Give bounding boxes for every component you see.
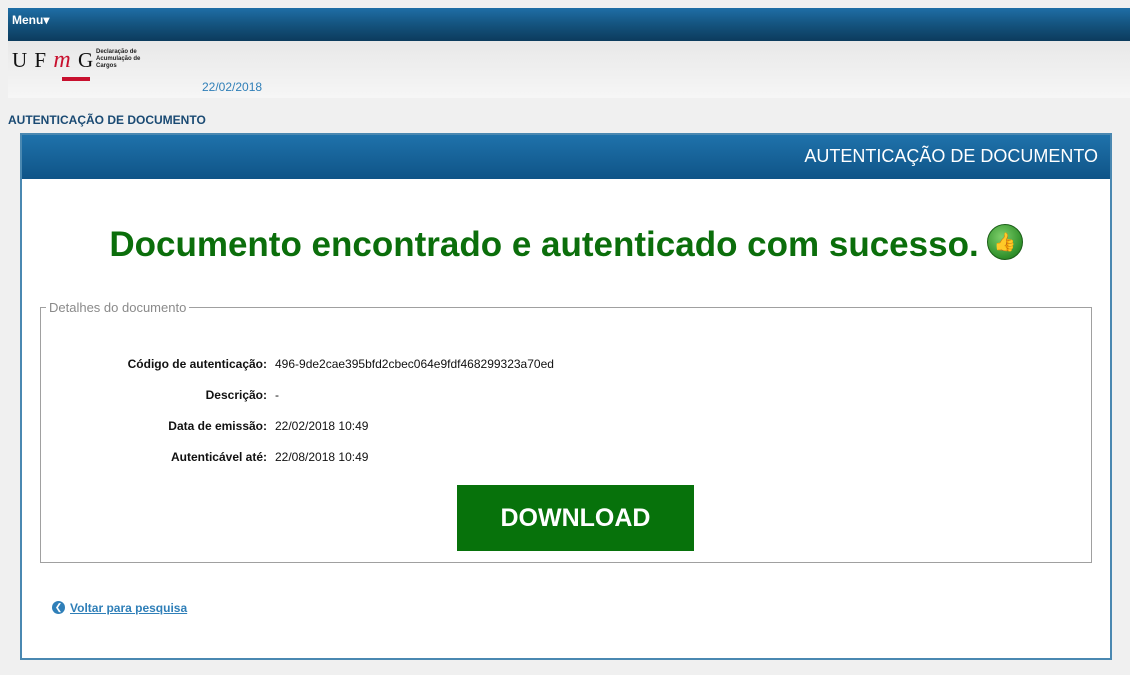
- logo-subtitle: Declaração de Acumulação de Cargos: [96, 49, 141, 69]
- field-value: -: [275, 388, 279, 402]
- download-button[interactable]: DOWNLOAD: [457, 485, 694, 551]
- field-label: Autenticável até:: [170, 450, 267, 464]
- site-header: U F m G Declaração de Acumulação de Carg…: [8, 41, 1130, 98]
- back-to-search: ❮ Voltar para pesquisa: [52, 600, 187, 615]
- panel-title: AUTENTICAÇÃO DE DOCUMENTO: [804, 146, 1098, 166]
- field-value: 22/02/2018 10:49: [275, 419, 369, 433]
- success-message: Documento encontrado e autenticado com s…: [22, 223, 1110, 265]
- logo-wordmark: U F m G: [12, 47, 95, 73]
- field-value: 496-9de2cae395bfd2cbec064e9fdf468299323a…: [275, 357, 554, 371]
- arrow-left-circle-icon[interactable]: ❮: [52, 601, 65, 615]
- back-to-search-link[interactable]: Voltar para pesquisa: [70, 601, 187, 615]
- details-legend: Detalhes do documento: [49, 300, 187, 315]
- menu-button[interactable]: Menu▾: [12, 13, 49, 27]
- breadcrumb: AUTENTICAÇÃO DE DOCUMENTO: [8, 113, 206, 127]
- authentication-panel: AUTENTICAÇÃO DE DOCUMENTO Documento enco…: [20, 133, 1112, 660]
- success-text: Documento encontrado e autenticado com s…: [109, 225, 979, 264]
- thumbs-up-icon: 👍: [986, 223, 1023, 260]
- logo-underline: [62, 77, 90, 81]
- field-value: 22/08/2018 10:49: [275, 450, 369, 464]
- top-menu-bar: Menu▾: [8, 8, 1130, 41]
- field-label: Descrição:: [205, 388, 267, 402]
- panel-header: AUTENTICAÇÃO DE DOCUMENTO: [22, 135, 1110, 179]
- document-details: Detalhes do documento Código de autentic…: [40, 300, 1092, 563]
- header-date: 22/02/2018: [202, 80, 263, 94]
- field-label: Código de autenticação:: [127, 357, 267, 371]
- field-label: Data de emissão:: [168, 419, 267, 433]
